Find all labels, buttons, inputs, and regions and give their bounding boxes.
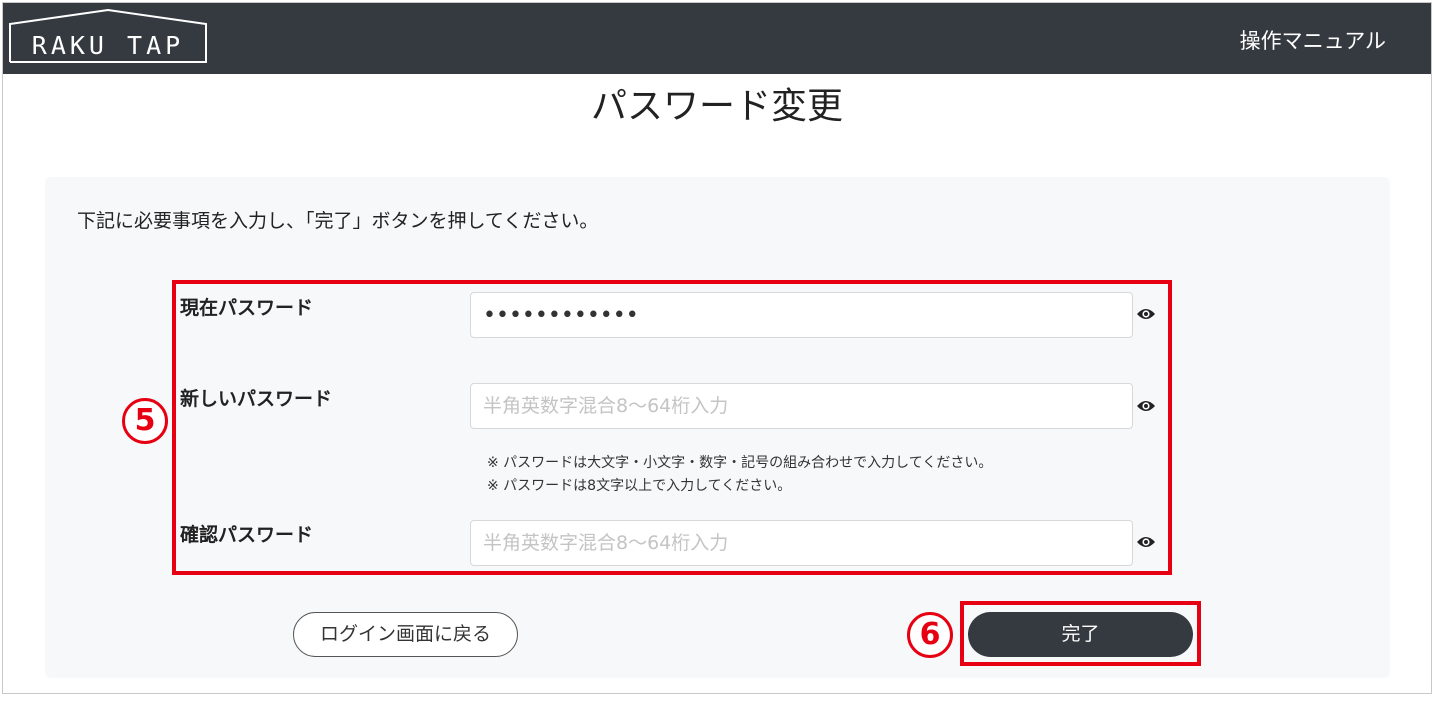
confirm-password-label: 確認パスワード (180, 524, 314, 546)
eye-icon[interactable] (1136, 307, 1156, 321)
eye-icon[interactable] (1136, 535, 1156, 549)
current-password-label: 現在パスワード (180, 297, 314, 319)
back-to-login-button[interactable]: ログイン画面に戻る (293, 612, 518, 657)
confirm-password-input[interactable] (470, 520, 1133, 566)
new-password-label: 新しいパスワード (180, 388, 333, 410)
password-note: ※ パスワードは8文字以上で入力してください。 (487, 478, 792, 494)
eye-icon[interactable] (1136, 399, 1156, 413)
current-password-input[interactable] (470, 292, 1133, 338)
done-button[interactable]: 完了 (968, 612, 1193, 657)
logo[interactable]: RAKU TAP (9, 9, 207, 63)
page-title: パスワード変更 (590, 86, 843, 127)
step-5-callout: 5 (122, 398, 168, 444)
new-password-input[interactable] (470, 383, 1133, 429)
instruction-text: 下記に必要事項を入力し、「完了」ボタンを押してください。 (77, 210, 599, 232)
logo-text: RAKU TAP (31, 31, 185, 60)
step-6-callout: 6 (907, 612, 953, 658)
app-header: RAKU TAP 操作マニュアル (3, 3, 1431, 74)
manual-link[interactable]: 操作マニュアル (1240, 27, 1386, 55)
password-note: ※ パスワードは大文字・小文字・数字・記号の組み合わせで入力してください。 (487, 455, 993, 471)
